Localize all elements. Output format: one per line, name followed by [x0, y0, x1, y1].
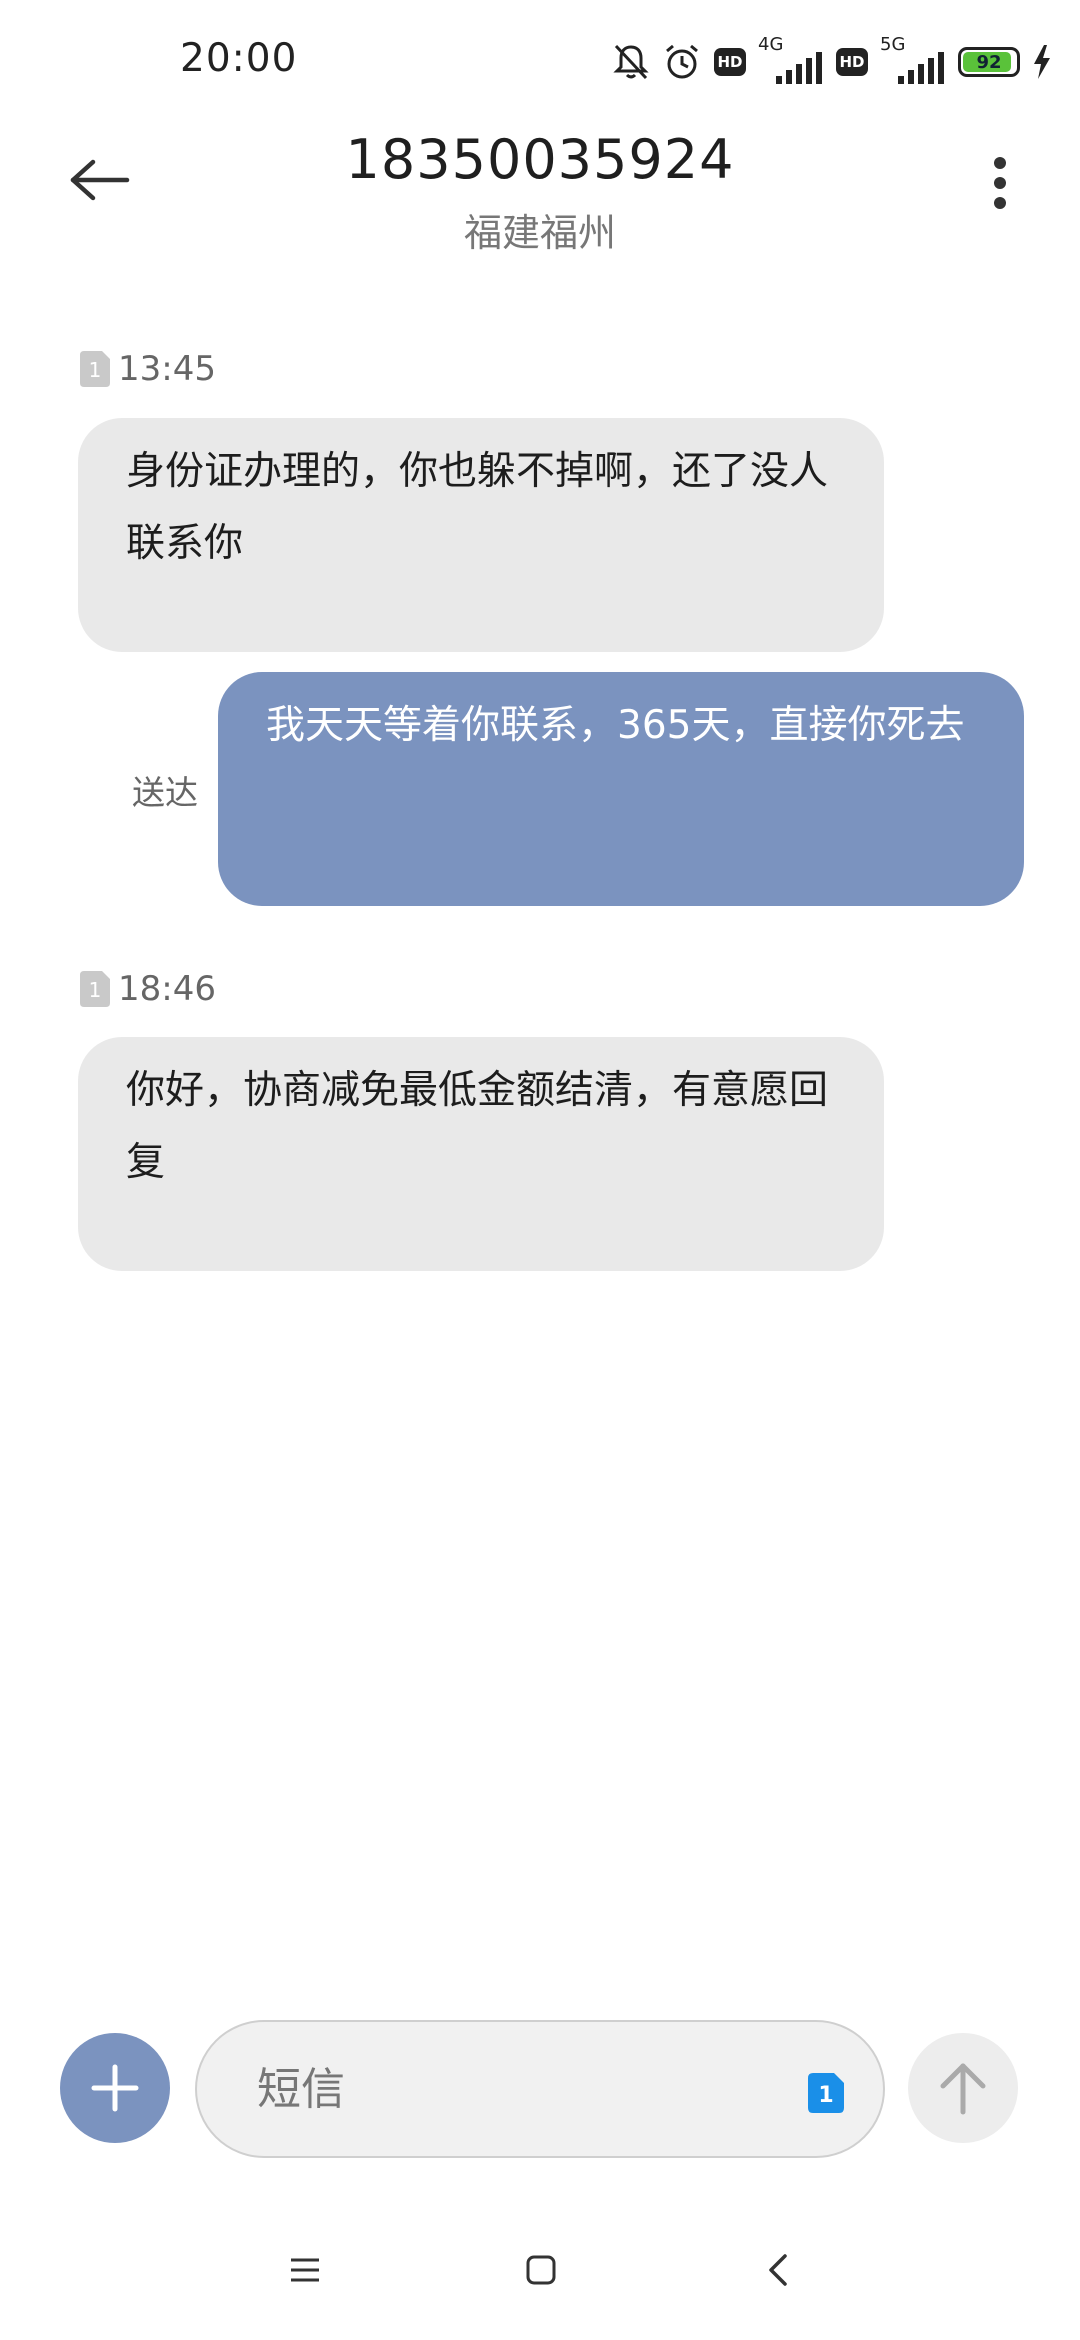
more-vertical-icon [994, 157, 1006, 209]
message-composer: 1 [0, 2010, 1080, 2170]
home-icon [526, 2255, 556, 2285]
sim-card-icon: 1 [80, 351, 110, 387]
contact-number: 18350035924 [345, 128, 735, 191]
outgoing-message-bubble[interactable]: 我天天等着你联系，365天，直接你死去 [218, 672, 1024, 906]
home-button[interactable] [511, 2240, 571, 2300]
signal-4g-icon: 4G [758, 34, 824, 84]
sim-select-number: 1 [818, 2083, 833, 2108]
sim-card-icon: 1 [808, 2073, 844, 2113]
sim-card-icon: 1 [80, 971, 110, 1007]
sim-slot-number: 1 [89, 358, 102, 382]
message-time: 18:46 [118, 969, 216, 1009]
messaging-screen: 20:00 HD 4G HD 5G 92 18350035924 福建福州 1 … [0, 0, 1080, 2340]
mute-icon [613, 44, 649, 80]
arrow-up-icon [940, 2063, 986, 2115]
sms-input[interactable] [195, 2020, 885, 2158]
more-options-button[interactable] [970, 140, 1030, 226]
alarm-icon [666, 44, 698, 79]
sim-slot-number: 1 [89, 978, 102, 1002]
charging-icon [1034, 45, 1050, 79]
incoming-message-bubble[interactable]: 身份证办理的，你也躲不掉啊，还了没人联系你 [78, 418, 884, 652]
hd-badge: HD [714, 48, 746, 76]
message-timestamp: 1 13:45 [80, 347, 216, 391]
recent-apps-button[interactable] [275, 2240, 335, 2300]
send-button[interactable] [908, 2033, 1018, 2143]
incoming-message-bubble[interactable]: 你好，协商减免最低金额结清，有意愿回复 [78, 1037, 884, 1271]
signal-5g-icon: 5G [880, 34, 946, 84]
message-timestamp: 1 18:46 [80, 967, 216, 1011]
delivery-status: 送达 [132, 773, 198, 812]
message-time: 13:45 [118, 349, 216, 389]
add-attachment-button[interactable] [60, 2033, 170, 2143]
system-nav-bar [0, 2230, 1080, 2310]
status-bar: 20:00 HD 4G HD 5G 92 [0, 0, 1080, 120]
battery-level: 92 [976, 51, 1002, 73]
conversation-header: 18350035924 福建福州 [0, 120, 1080, 270]
sim-select-button[interactable]: 1 [808, 2073, 844, 2113]
battery-icon: 92 [958, 47, 1020, 77]
back-icon [769, 2254, 787, 2286]
status-time: 20:00 [180, 36, 298, 81]
plus-icon [91, 2064, 139, 2112]
status-icons: HD 4G HD 5G 92 [612, 34, 1052, 88]
contact-location: 福建福州 [463, 211, 616, 255]
hd-badge: HD [836, 48, 868, 76]
nav-back-button[interactable] [748, 2240, 808, 2300]
menu-icon [291, 2258, 319, 2282]
